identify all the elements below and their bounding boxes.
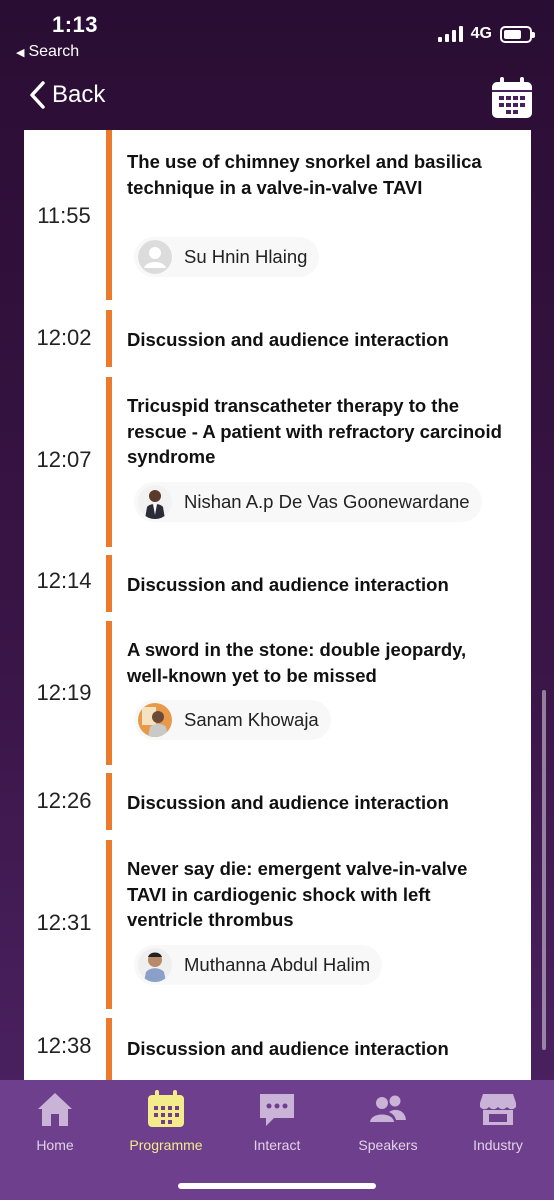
avatar [138,703,172,737]
status-indicators: 4G [437,25,535,43]
store-icon [480,1094,516,1125]
tab-bar: Home Programme Interact Speakers Industr… [0,1080,554,1200]
back-label: Back [52,81,106,108]
session-title: Discussion and audience interaction [127,574,449,595]
session-title: The use of chimney snorkel and basilica … [127,151,482,198]
home-indicator[interactable] [178,1183,376,1189]
session-accent-bar [106,840,112,1009]
speaker-name: Muthanna Abdul Halim [184,954,371,975]
session-row[interactable]: 12:02 Discussion and audience interactio… [24,310,531,367]
session-time: 12:38 [36,1033,92,1058]
people-icon [370,1095,406,1122]
back-triangle-icon: ◀ [16,46,25,59]
session-title: Discussion and audience interaction [127,329,449,350]
calendar-button[interactable] [490,76,534,120]
session-title: Never say die: emergent valve-in-valve T… [127,858,468,930]
session-accent-bar [106,555,112,612]
tab-label: Interact [253,1137,301,1153]
session-time: 12:31 [36,910,92,935]
session-title: A sword in the stone: double jeopardy, w… [127,639,467,686]
session-accent-bar [106,310,112,367]
session-row[interactable]: 12:07 Tricuspid transcatheter therapy to… [24,377,531,547]
session-time: 12:07 [36,447,92,472]
calendar-icon [148,1090,184,1127]
signal-icon [437,26,463,42]
session-row[interactable]: 12:19 A sword in the stone: double jeopa… [24,621,531,765]
tab-programme[interactable]: Programme [116,1088,216,1153]
speaker-chip[interactable]: Su Hnin Hlaing [134,237,320,277]
speaker-chip[interactable]: Nishan A.p De Vas Goonewardane [134,482,482,522]
session-time: 12:02 [36,325,92,350]
session-title: Discussion and audience interaction [127,1038,449,1059]
avatar [138,485,172,519]
clock: 1:13 [52,12,99,37]
speaker-chip[interactable]: Muthanna Abdul Halim [134,945,383,985]
tab-label: Programme [129,1137,203,1153]
nav-bar: Back [0,72,554,128]
session-row[interactable]: 12:38 Discussion and audience interactio… [24,1018,531,1080]
speaker-chip[interactable]: Sanam Khowaja [134,700,331,740]
calendar-icon [492,77,532,118]
tab-interact[interactable]: Interact [227,1088,327,1153]
home-icon [38,1093,72,1126]
tab-home[interactable]: Home [5,1088,105,1153]
battery-icon [500,25,535,43]
session-time: 12:14 [36,568,92,593]
avatar [138,948,172,982]
tab-industry[interactable]: Industry [448,1088,548,1153]
session-time: 11:55 [37,203,91,228]
speaker-name: Su Hnin Hlaing [184,246,308,267]
return-to-search[interactable]: ◀ Search [16,43,79,61]
session-time: 12:26 [36,788,92,813]
default-user-icon [138,240,172,274]
tab-speakers[interactable]: Speakers [338,1088,438,1153]
schedule-list: 11:55 The use of chimney snorkel and bas… [24,130,531,1080]
scrollbar[interactable] [542,690,546,1050]
session-row[interactable]: 12:31 Never say die: emergent valve-in-v… [24,840,531,1009]
session-accent-bar [106,130,112,300]
speaker-name: Sanam Khowaja [184,709,319,730]
session-accent-bar [106,621,112,765]
chat-icon [260,1094,294,1126]
status-bar: 1:13 ◀ Search 4G [0,0,554,66]
back-button[interactable]: Back [28,80,105,110]
speaker-name: Nishan A.p De Vas Goonewardane [184,491,470,512]
tab-label: Industry [473,1137,523,1153]
session-row[interactable]: 12:14 Discussion and audience interactio… [24,555,531,612]
session-accent-bar [106,773,112,830]
session-row[interactable]: 12:26 Discussion and audience interactio… [24,773,531,830]
chevron-left-icon [30,81,45,109]
session-accent-bar [106,377,112,547]
session-time: 12:19 [36,680,92,705]
network-type: 4G [470,25,492,42]
session-title: Tricuspid transcatheter therapy to the r… [127,395,502,467]
session-row[interactable]: 11:55 The use of chimney snorkel and bas… [24,130,531,300]
tab-label: Speakers [358,1137,418,1153]
session-title: Discussion and audience interaction [127,792,449,813]
session-accent-bar [106,1018,112,1080]
return-app-label: Search [28,43,80,60]
tab-label: Home [36,1137,74,1153]
